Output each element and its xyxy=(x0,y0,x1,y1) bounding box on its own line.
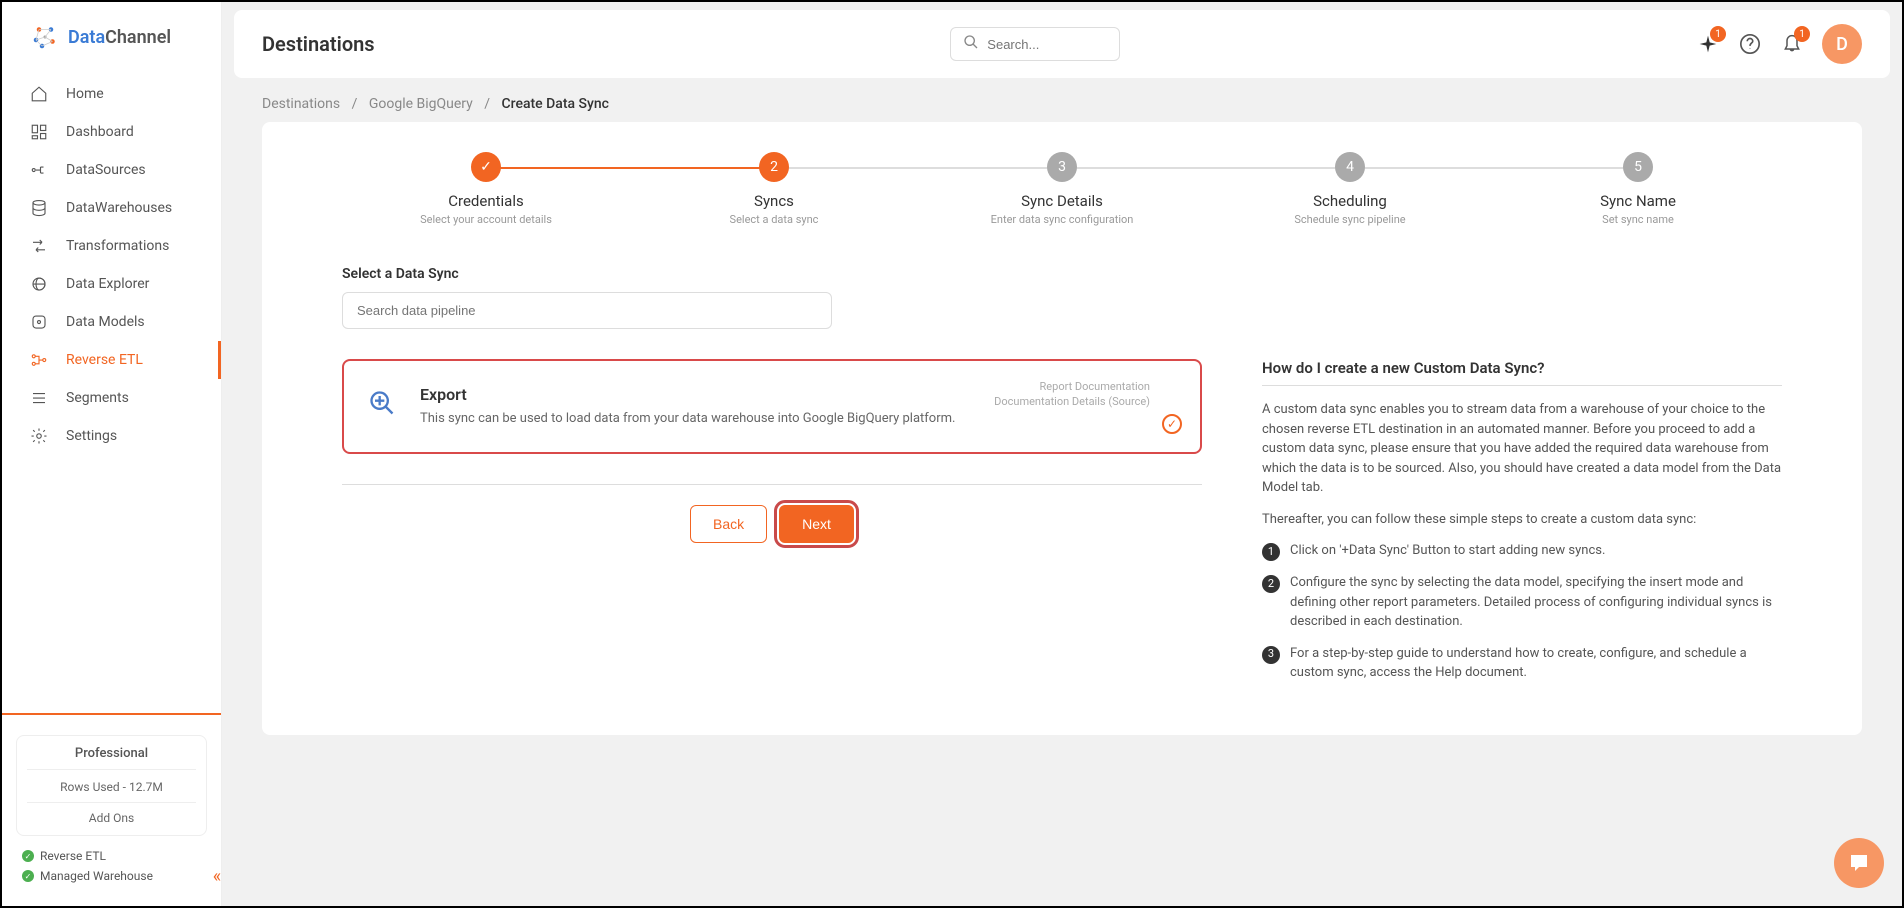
step-scheduling[interactable]: 4 Scheduling Schedule sync pipeline xyxy=(1206,152,1494,226)
nav-item-datawarehouses[interactable]: DataWarehouses xyxy=(2,189,221,227)
logo[interactable]: DataChannel xyxy=(2,2,221,67)
step-circle: 5 xyxy=(1623,152,1653,182)
nav-item-home[interactable]: Home xyxy=(2,75,221,113)
doc-details-link[interactable]: Documentation Details (Source) xyxy=(994,394,1150,409)
nav-label: Settings xyxy=(66,428,117,444)
help-para: Thereafter, you can follow these simple … xyxy=(1262,510,1782,530)
plan-name: Professional xyxy=(27,746,196,770)
rows-used: Rows Used - 12.7M xyxy=(27,780,196,802)
step-circle: ✓ xyxy=(471,152,501,182)
main: Destinations 1 1 D Destinations / Google… xyxy=(222,2,1902,906)
gear-icon xyxy=(30,427,48,445)
nav-item-reverseetl[interactable]: Reverse ETL xyxy=(2,341,221,379)
sidebar-bottom: Professional Rows Used - 12.7M Add Ons R… xyxy=(2,713,221,906)
breadcrumb: Destinations / Google BigQuery / Create … xyxy=(222,86,1902,122)
datasource-icon xyxy=(30,161,48,179)
help-step: 2Configure the sync by selecting the dat… xyxy=(1262,573,1782,632)
help-para: A custom data sync enables you to stream… xyxy=(1262,400,1782,498)
nav-item-settings[interactable]: Settings xyxy=(2,417,221,455)
logo-icon xyxy=(30,22,60,52)
nav-item-dataexplorer[interactable]: Data Explorer xyxy=(2,265,221,303)
bell-badge: 1 xyxy=(1794,26,1810,42)
logo-text: DataChannel xyxy=(68,27,171,48)
segments-icon xyxy=(30,389,48,407)
divider xyxy=(342,484,1202,485)
search-input[interactable] xyxy=(987,37,1107,52)
avatar[interactable]: D xyxy=(1822,24,1862,64)
buttons-row: Back Next xyxy=(342,505,1202,543)
breadcrumb-item[interactable]: Destinations xyxy=(262,96,340,112)
nav-item-segments[interactable]: Segments xyxy=(2,379,221,417)
check-icon xyxy=(22,850,34,862)
nav-label: Dashboard xyxy=(66,124,134,140)
nav-item-dashboard[interactable]: Dashboard xyxy=(2,113,221,151)
left-column: Export This sync can be used to load dat… xyxy=(342,359,1202,695)
sync-card-links: Report Documentation Documentation Detai… xyxy=(994,379,1150,410)
nav-label: Home xyxy=(66,86,104,102)
plan-card: Professional Rows Used - 12.7M Add Ons xyxy=(16,735,207,836)
nav-label: DataWarehouses xyxy=(66,200,172,216)
nav-label: Reverse ETL xyxy=(66,352,143,368)
step-credentials[interactable]: ✓ Credentials Select your account detail… xyxy=(342,152,630,226)
help-title: How do I create a new Custom Data Sync? xyxy=(1262,359,1782,377)
back-button[interactable]: Back xyxy=(690,505,767,543)
stepper: ✓ Credentials Select your account detail… xyxy=(342,152,1782,226)
help-step: 1Click on '+Data Sync' Button to start a… xyxy=(1262,541,1782,561)
step-circle: 4 xyxy=(1335,152,1365,182)
transform-icon xyxy=(30,237,48,255)
nav-label: Segments xyxy=(66,390,129,406)
step-syncdetails[interactable]: 3 Sync Details Enter data sync configura… xyxy=(918,152,1206,226)
help-steps: 1Click on '+Data Sync' Button to start a… xyxy=(1262,541,1782,683)
sparkle-badge: 1 xyxy=(1710,26,1726,42)
nav-label: Transformations xyxy=(66,238,169,254)
search-icon xyxy=(963,34,979,54)
header: Destinations 1 1 D xyxy=(234,10,1890,78)
addon-item: Managed Warehouse xyxy=(22,866,201,886)
selected-check-icon: ✓ xyxy=(1162,414,1182,434)
nav-label: Data Models xyxy=(66,314,145,330)
explorer-icon xyxy=(30,275,48,293)
addon-list: Reverse ETL Managed Warehouse xyxy=(2,846,221,906)
dashboard-icon xyxy=(30,123,48,141)
page-title: Destinations xyxy=(262,32,375,56)
addons-label: Add Ons xyxy=(27,802,196,825)
search-pipeline-input[interactable] xyxy=(342,292,832,329)
breadcrumb-item[interactable]: Google BigQuery xyxy=(369,96,473,112)
sync-card-desc: This sync can be used to load data from … xyxy=(420,410,1176,428)
bell-button[interactable]: 1 xyxy=(1780,32,1804,56)
check-icon xyxy=(22,870,34,882)
step-syncs[interactable]: 2 Syncs Select a data sync xyxy=(630,152,918,226)
header-right: 1 1 D xyxy=(1696,24,1862,64)
search-box[interactable] xyxy=(950,27,1120,61)
warehouse-icon xyxy=(30,199,48,217)
reverseetl-icon xyxy=(30,351,48,369)
help-step: 3For a step-by-step guide to understand … xyxy=(1262,644,1782,683)
report-doc-link[interactable]: Report Documentation xyxy=(994,379,1150,394)
breadcrumb-item-current: Create Data Sync xyxy=(502,96,609,112)
step-circle: 3 xyxy=(1047,152,1077,182)
nav-item-datasources[interactable]: DataSources xyxy=(2,151,221,189)
nav-item-datamodels[interactable]: Data Models xyxy=(2,303,221,341)
nav-list: Home Dashboard DataSources DataWarehouse… xyxy=(2,67,221,713)
addon-item: Reverse ETL xyxy=(22,846,201,866)
help-panel: How do I create a new Custom Data Sync? … xyxy=(1262,359,1782,695)
step-syncname[interactable]: 5 Sync Name Set sync name xyxy=(1494,152,1782,226)
export-icon xyxy=(368,389,396,417)
content-card: ✓ Credentials Select your account detail… xyxy=(262,122,1862,735)
chat-fab[interactable] xyxy=(1834,838,1884,888)
sidebar: DataChannel Home Dashboard DataSources D… xyxy=(2,2,222,906)
nav-label: Data Explorer xyxy=(66,276,149,292)
help-button[interactable] xyxy=(1738,32,1762,56)
next-button[interactable]: Next xyxy=(779,505,854,543)
home-icon xyxy=(30,85,48,103)
sparkle-button[interactable]: 1 xyxy=(1696,32,1720,56)
nav-item-transformations[interactable]: Transformations xyxy=(2,227,221,265)
model-icon xyxy=(30,313,48,331)
collapse-sidebar-button[interactable]: « xyxy=(205,864,229,888)
section-title: Select a Data Sync xyxy=(342,266,1782,282)
step-circle: 2 xyxy=(759,152,789,182)
sync-card-export[interactable]: Export This sync can be used to load dat… xyxy=(342,359,1202,454)
nav-label: DataSources xyxy=(66,162,146,178)
